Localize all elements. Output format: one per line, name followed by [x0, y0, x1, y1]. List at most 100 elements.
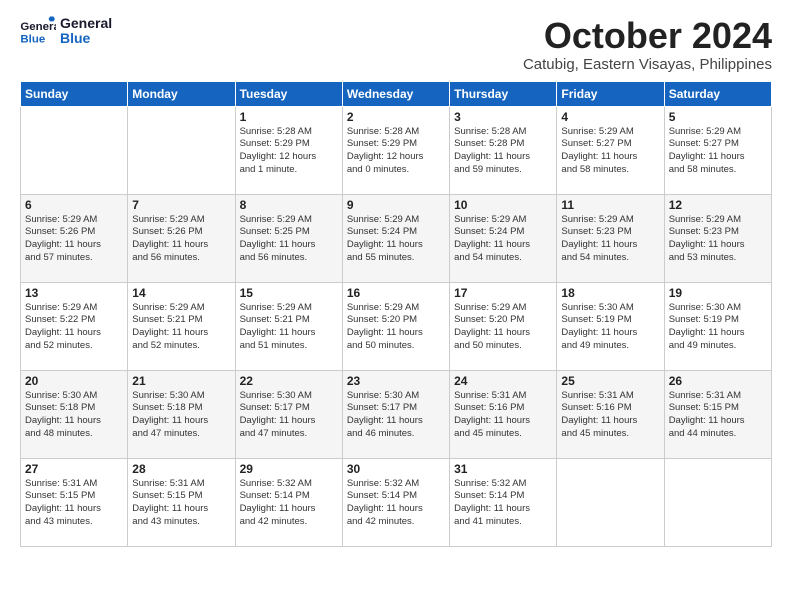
day-number: 5 [669, 110, 767, 124]
day-info: Sunrise: 5:30 AM Sunset: 5:18 PM Dayligh… [132, 390, 230, 441]
day-info: Sunrise: 5:28 AM Sunset: 5:28 PM Dayligh… [454, 126, 552, 177]
day-number: 25 [561, 374, 659, 388]
day-info: Sunrise: 5:32 AM Sunset: 5:14 PM Dayligh… [240, 478, 338, 529]
calendar-week-row: 27Sunrise: 5:31 AM Sunset: 5:15 PM Dayli… [21, 458, 772, 546]
calendar-cell: 11 Sunrise: 5:29 AM Sunset: 5:23 PM Dayli… [557, 194, 664, 282]
day-number: 14 [132, 286, 230, 300]
day-info: Sunrise: 5:29 AM Sunset: 5:23 PM Dayligh… [669, 214, 767, 265]
calendar-cell: 14 Sunrise: 5:29 AM Sunset: 5:21 PM Dayli… [128, 282, 235, 370]
day-number: 9 [347, 198, 445, 212]
calendar-cell: 6 Sunrise: 5:29 AM Sunset: 5:26 PM Daylig… [21, 194, 128, 282]
day-number: 15 [240, 286, 338, 300]
calendar-cell: 23 Sunrise: 5:30 AM Sunset: 5:17 PM Dayli… [342, 370, 449, 458]
calendar-cell [557, 458, 664, 546]
day-number: 11 [561, 198, 659, 212]
calendar-cell: 12 Sunrise: 5:29 AM Sunset: 5:23 PM Dayli… [664, 194, 771, 282]
calendar-cell: 26 Sunrise: 5:31 AM Sunset: 5:15 PM Dayli… [664, 370, 771, 458]
header: General Blue General Blue October 2024 C… [20, 16, 772, 73]
weekday-header-saturday: Saturday [664, 81, 771, 106]
calendar-cell: 20 Sunrise: 5:30 AM Sunset: 5:18 PM Dayli… [21, 370, 128, 458]
day-number: 10 [454, 198, 552, 212]
day-info: Sunrise: 5:29 AM Sunset: 5:27 PM Dayligh… [561, 126, 659, 177]
weekday-header-thursday: Thursday [450, 81, 557, 106]
weekday-header-row: SundayMondayTuesdayWednesdayThursdayFrid… [21, 81, 772, 106]
day-info: Sunrise: 5:31 AM Sunset: 5:16 PM Dayligh… [561, 390, 659, 441]
calendar-week-row: 6 Sunrise: 5:29 AM Sunset: 5:26 PM Daylig… [21, 194, 772, 282]
calendar-cell [664, 458, 771, 546]
day-number: 24 [454, 374, 552, 388]
calendar-week-row: 13 Sunrise: 5:29 AM Sunset: 5:22 PM Dayli… [21, 282, 772, 370]
weekday-header-friday: Friday [557, 81, 664, 106]
calendar-cell: 1Sunrise: 5:28 AM Sunset: 5:29 PM Daylig… [235, 106, 342, 194]
day-info: Sunrise: 5:29 AM Sunset: 5:23 PM Dayligh… [561, 214, 659, 265]
calendar-body: 1Sunrise: 5:28 AM Sunset: 5:29 PM Daylig… [21, 106, 772, 546]
day-info: Sunrise: 5:30 AM Sunset: 5:19 PM Dayligh… [669, 302, 767, 353]
calendar-cell: 28 Sunrise: 5:31 AM Sunset: 5:15 PM Dayli… [128, 458, 235, 546]
day-number: 16 [347, 286, 445, 300]
weekday-header-wednesday: Wednesday [342, 81, 449, 106]
day-info: Sunrise: 5:29 AM Sunset: 5:26 PM Dayligh… [132, 214, 230, 265]
logo: General Blue General Blue [20, 16, 112, 47]
day-number: 17 [454, 286, 552, 300]
calendar-cell: 16 Sunrise: 5:29 AM Sunset: 5:20 PM Dayli… [342, 282, 449, 370]
day-number: 22 [240, 374, 338, 388]
calendar-cell: 25 Sunrise: 5:31 AM Sunset: 5:16 PM Dayli… [557, 370, 664, 458]
location-subtitle: Catubig, Eastern Visayas, Philippines [523, 56, 772, 73]
calendar-cell: 27Sunrise: 5:31 AM Sunset: 5:15 PM Dayli… [21, 458, 128, 546]
calendar-week-row: 1Sunrise: 5:28 AM Sunset: 5:29 PM Daylig… [21, 106, 772, 194]
calendar-cell: 29Sunrise: 5:32 AM Sunset: 5:14 PM Dayli… [235, 458, 342, 546]
month-title: October 2024 [523, 16, 772, 56]
day-info: Sunrise: 5:29 AM Sunset: 5:25 PM Dayligh… [240, 214, 338, 265]
day-info: Sunrise: 5:29 AM Sunset: 5:20 PM Dayligh… [347, 302, 445, 353]
calendar-cell: 31Sunrise: 5:32 AM Sunset: 5:14 PM Dayli… [450, 458, 557, 546]
calendar-cell [21, 106, 128, 194]
day-info: Sunrise: 5:29 AM Sunset: 5:22 PM Dayligh… [25, 302, 123, 353]
calendar-table: SundayMondayTuesdayWednesdayThursdayFrid… [20, 81, 772, 547]
calendar-cell: 18Sunrise: 5:30 AM Sunset: 5:19 PM Dayli… [557, 282, 664, 370]
calendar-cell: 10Sunrise: 5:29 AM Sunset: 5:24 PM Dayli… [450, 194, 557, 282]
day-info: Sunrise: 5:31 AM Sunset: 5:15 PM Dayligh… [132, 478, 230, 529]
day-number: 6 [25, 198, 123, 212]
day-number: 31 [454, 462, 552, 476]
calendar-cell: 9Sunrise: 5:29 AM Sunset: 5:24 PM Daylig… [342, 194, 449, 282]
logo-line2: Blue [60, 31, 112, 46]
day-info: Sunrise: 5:29 AM Sunset: 5:26 PM Dayligh… [25, 214, 123, 265]
calendar-cell: 2 Sunrise: 5:28 AM Sunset: 5:29 PM Daylig… [342, 106, 449, 194]
weekday-header-tuesday: Tuesday [235, 81, 342, 106]
day-number: 23 [347, 374, 445, 388]
day-number: 4 [561, 110, 659, 124]
calendar-cell: 13 Sunrise: 5:29 AM Sunset: 5:22 PM Dayli… [21, 282, 128, 370]
day-number: 2 [347, 110, 445, 124]
svg-text:General: General [20, 22, 56, 34]
logo-line1: General [60, 16, 112, 31]
calendar-cell: 21 Sunrise: 5:30 AM Sunset: 5:18 PM Dayli… [128, 370, 235, 458]
day-number: 13 [25, 286, 123, 300]
day-info: Sunrise: 5:32 AM Sunset: 5:14 PM Dayligh… [347, 478, 445, 529]
day-info: Sunrise: 5:30 AM Sunset: 5:19 PM Dayligh… [561, 302, 659, 353]
day-info: Sunrise: 5:30 AM Sunset: 5:18 PM Dayligh… [25, 390, 123, 441]
day-info: Sunrise: 5:28 AM Sunset: 5:29 PM Dayligh… [347, 126, 445, 177]
day-info: Sunrise: 5:29 AM Sunset: 5:20 PM Dayligh… [454, 302, 552, 353]
calendar-cell: 30 Sunrise: 5:32 AM Sunset: 5:14 PM Dayli… [342, 458, 449, 546]
day-number: 21 [132, 374, 230, 388]
day-info: Sunrise: 5:30 AM Sunset: 5:17 PM Dayligh… [347, 390, 445, 441]
day-number: 30 [347, 462, 445, 476]
day-info: Sunrise: 5:30 AM Sunset: 5:17 PM Dayligh… [240, 390, 338, 441]
day-number: 12 [669, 198, 767, 212]
day-number: 26 [669, 374, 767, 388]
day-info: Sunrise: 5:31 AM Sunset: 5:15 PM Dayligh… [669, 390, 767, 441]
day-info: Sunrise: 5:29 AM Sunset: 5:21 PM Dayligh… [132, 302, 230, 353]
calendar-cell: 5 Sunrise: 5:29 AM Sunset: 5:27 PM Daylig… [664, 106, 771, 194]
day-number: 28 [132, 462, 230, 476]
calendar-header: SundayMondayTuesdayWednesdayThursdayFrid… [21, 81, 772, 106]
day-number: 20 [25, 374, 123, 388]
title-block: October 2024 Catubig, Eastern Visayas, P… [523, 16, 772, 73]
svg-text:Blue: Blue [20, 34, 45, 46]
day-info: Sunrise: 5:29 AM Sunset: 5:27 PM Dayligh… [669, 126, 767, 177]
calendar-cell: 8 Sunrise: 5:29 AM Sunset: 5:25 PM Daylig… [235, 194, 342, 282]
calendar-cell: 3Sunrise: 5:28 AM Sunset: 5:28 PM Daylig… [450, 106, 557, 194]
day-number: 8 [240, 198, 338, 212]
logo-icon: General Blue [20, 16, 56, 46]
calendar-cell: 24Sunrise: 5:31 AM Sunset: 5:16 PM Dayli… [450, 370, 557, 458]
day-info: Sunrise: 5:31 AM Sunset: 5:15 PM Dayligh… [25, 478, 123, 529]
